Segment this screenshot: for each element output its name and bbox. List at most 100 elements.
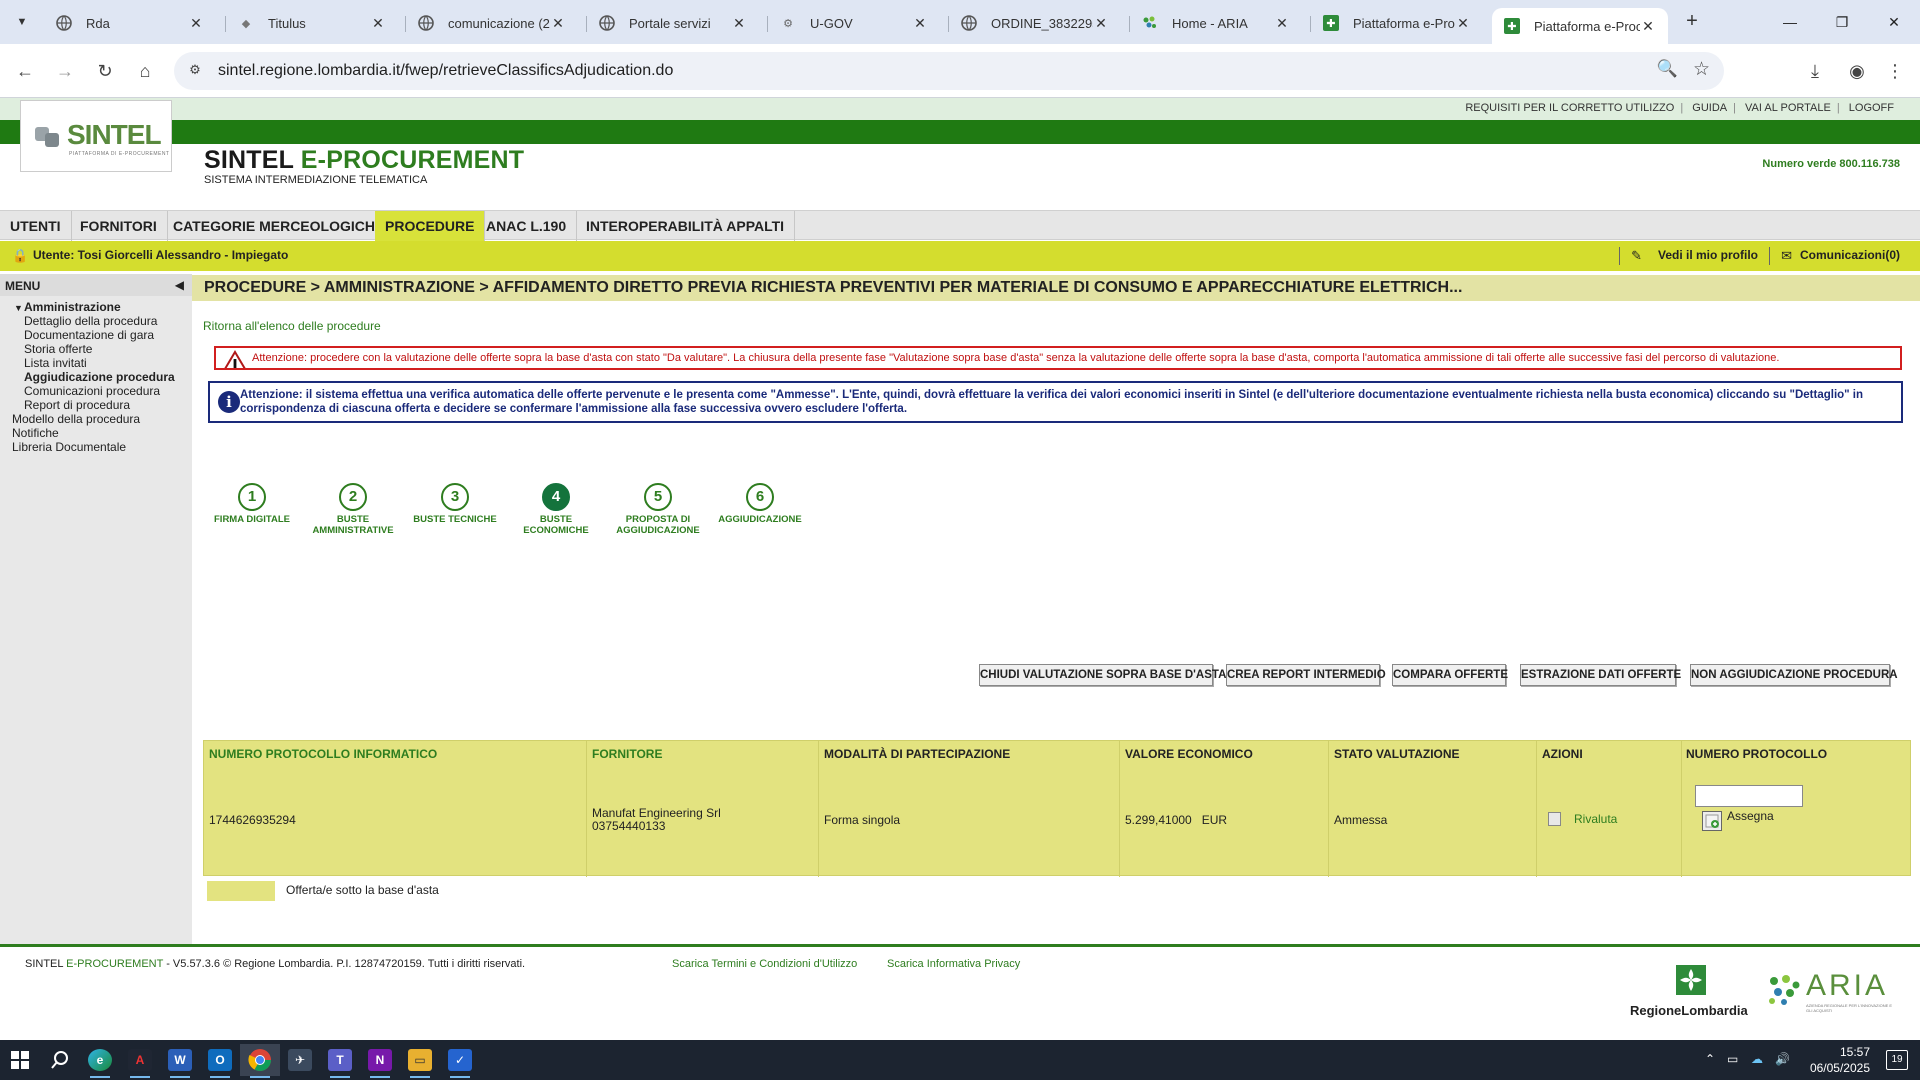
header-fornitore[interactable]: FORNITORE (592, 747, 662, 761)
regione-lombardia-logo[interactable]: RegioneLombardia (1628, 965, 1754, 1025)
sidebar-item-modello[interactable]: Modello della procedura (0, 412, 192, 426)
new-tab-button[interactable]: + (1680, 10, 1704, 34)
browser-tab[interactable]: ORDINE_3832295 ✕ (949, 8, 1121, 38)
sidebar-item-notifiche[interactable]: Notifiche (0, 426, 192, 440)
chiudi-valutazione-button[interactable]: CHIUDI VALUTAZIONE SOPRA BASE D'ASTA (979, 664, 1226, 686)
step-buste-amministrative[interactable]: 2 BUSTE AMMINISTRATIVE (308, 483, 398, 536)
sidebar-item-documentazione[interactable]: Documentazione di gara (0, 328, 192, 342)
browser-tab[interactable]: Home - ARIA ✕ (1130, 8, 1302, 38)
tray-chevron-icon[interactable]: ⌃ (1705, 1052, 1715, 1080)
aria-subtext: AZIENDA REGIONALE PER L'INNOVAZIONE E GL… (1806, 1003, 1893, 1013)
link-logoff[interactable]: LOGOFF (1843, 102, 1900, 114)
step-buste-tecniche[interactable]: 3 BUSTE TECNICHE (410, 483, 500, 525)
nav-procedure[interactable]: PROCEDURE (375, 211, 486, 241)
step-buste-economiche[interactable]: 4 BUSTE ECONOMICHE (511, 483, 601, 536)
compara-offerte-button[interactable]: COMPARA OFFERTE (1392, 664, 1508, 686)
file-explorer-icon[interactable]: ▭ (400, 1044, 440, 1078)
zoom-icon[interactable]: 🔍 (1657, 59, 1678, 79)
back-to-list-link[interactable]: Ritorna all'elenco delle procedure (203, 319, 381, 333)
volume-icon[interactable]: 🔊 (1775, 1052, 1790, 1080)
browser-tab[interactable]: ⚙ U-GOV ✕ (768, 8, 940, 38)
close-icon[interactable]: ✕ (370, 15, 386, 32)
close-icon[interactable]: ✕ (1455, 15, 1471, 32)
crea-report-button[interactable]: CREA REPORT INTERMEDIO (1226, 664, 1386, 686)
close-icon[interactable]: ✕ (912, 15, 928, 32)
teams-icon[interactable]: T (320, 1044, 360, 1078)
sidebar-item-report[interactable]: Report di procedura (0, 398, 192, 412)
sidebar-group-amministrazione[interactable]: ▼ Amministrazione (0, 300, 192, 314)
aria-logo[interactable]: ARIA AZIENDA REGIONALE PER L'INNOVAZIONE… (1766, 969, 1896, 1019)
estrazione-dati-button[interactable]: ESTRAZIONE DATI OFFERTE (1520, 664, 1681, 686)
step-aggiudicazione[interactable]: 6 AGGIUDICAZIONE (715, 483, 805, 525)
minimize-icon[interactable]: — (1765, 8, 1815, 36)
onedrive-icon[interactable]: ☁ (1751, 1052, 1763, 1080)
tab-search-icon[interactable]: ▼ (10, 10, 34, 34)
nav-utenti[interactable]: UTENTI (0, 211, 72, 241)
browser-tab[interactable]: comunicazione (2) ✕ (406, 8, 578, 38)
step-firma-digitale[interactable]: 1 FIRMA DIGITALE (207, 483, 297, 525)
nav-interoperabilita-appalti[interactable]: INTEROPERABILITÀ APPALTI (576, 211, 796, 241)
close-icon[interactable]: ✕ (1640, 18, 1656, 35)
taskbar-clock[interactable]: 15:57 06/05/2025 (1810, 1044, 1870, 1076)
non-aggiudicazione-button[interactable]: NON AGGIUDICAZIONE PROCEDURA (1690, 664, 1898, 686)
forward-arrow-icon[interactable]: → (50, 56, 80, 86)
sidebar-item-comunicazioni[interactable]: Comunicazioni procedura (0, 384, 192, 398)
acrobat-icon[interactable]: A (120, 1044, 160, 1078)
close-icon[interactable]: ✕ (731, 15, 747, 32)
back-arrow-icon[interactable]: ← (10, 56, 40, 86)
menu-kebab-icon[interactable]: ⋮ (1880, 56, 1910, 86)
footer-privacy-link[interactable]: Scarica Informativa Privacy (887, 958, 1020, 970)
step-proposta-aggiudicazione[interactable]: 5 PROPOSTA DI AGGIUDICAZIONE (613, 483, 703, 536)
rivaluta-link[interactable]: Rivaluta (1574, 813, 1617, 826)
profile-icon[interactable]: ◉ (1842, 56, 1872, 86)
site-info-icon[interactable]: ⚙ (186, 62, 204, 80)
nav-fornitori[interactable]: FORNITORI (70, 211, 168, 241)
comunicazioni-link[interactable]: Comunicazioni(0) (1800, 248, 1900, 262)
sintel-logo[interactable]: SINTEL PIATTAFORMA DI E-PROCUREMENT (20, 100, 172, 172)
link-guida[interactable]: GUIDA (1686, 102, 1733, 114)
chrome-icon[interactable] (240, 1044, 280, 1078)
sidebar-item-libreria[interactable]: Libreria Documentale (0, 440, 192, 454)
todo-icon[interactable]: ✓ (440, 1044, 480, 1078)
app-icon[interactable]: ✈ (280, 1044, 320, 1076)
browser-tab[interactable]: ✚ Piattaforma e-Proc ✕ (1311, 8, 1483, 38)
search-icon[interactable] (40, 1044, 80, 1076)
window-close-icon[interactable]: ✕ (1869, 8, 1919, 36)
assegna-label[interactable]: Assegna (1727, 810, 1774, 823)
network-icon[interactable]: ▭ (1727, 1052, 1738, 1080)
bookmark-star-icon[interactable]: ☆ (1693, 58, 1710, 81)
collapse-left-icon[interactable]: ◀ (175, 278, 184, 292)
word-icon[interactable]: W (160, 1044, 200, 1078)
assegna-icon[interactable] (1702, 811, 1722, 831)
close-icon[interactable]: ✕ (1274, 15, 1290, 32)
browser-tab[interactable]: Portale servizi ✕ (587, 8, 759, 38)
link-vai-al-portale[interactable]: VAI AL PORTALE (1739, 102, 1837, 114)
close-icon[interactable]: ✕ (188, 15, 204, 32)
nav-anac[interactable]: ANAC L.190 (476, 211, 578, 241)
outlook-icon[interactable]: O (200, 1044, 240, 1078)
download-icon[interactable]: ⤓ (1800, 56, 1830, 86)
header-protocollo-informatico[interactable]: NUMERO PROTOCOLLO INFORMATICO (209, 747, 437, 761)
sidebar-item-lista-invitati[interactable]: Lista invitati (0, 356, 192, 370)
address-bar[interactable]: ⚙ sintel.regione.lombardia.it/fwep/retri… (174, 52, 1724, 90)
numero-protocollo-input[interactable] (1695, 785, 1803, 807)
link-requisiti[interactable]: REQUISITI PER IL CORRETTO UTILIZZO (1459, 102, 1680, 114)
close-icon[interactable]: ✕ (550, 15, 566, 32)
close-icon[interactable]: ✕ (1093, 15, 1109, 32)
windows-start-icon[interactable] (0, 1044, 40, 1076)
footer-termini-link[interactable]: Scarica Termini e Condizioni d'Utilizzo (672, 958, 857, 970)
browser-tab[interactable]: ◆ Titulus ✕ (226, 8, 398, 38)
restore-icon[interactable]: ❐ (1817, 8, 1867, 36)
profile-link[interactable]: Vedi il mio profilo (1658, 248, 1758, 262)
sidebar-item-dettaglio[interactable]: Dettaglio della procedura (0, 314, 192, 328)
reload-icon[interactable]: ↻ (90, 56, 120, 86)
sidebar-item-storia-offerte[interactable]: Storia offerte (0, 342, 192, 356)
nav-categorie-merceologiche[interactable]: CATEGORIE MERCEOLOGICHE (163, 211, 396, 241)
home-icon[interactable]: ⌂ (130, 56, 160, 86)
browser-tab[interactable]: Rda ✕ (44, 8, 216, 38)
browser-tab-active[interactable]: ✚ Piattaforma e-Proc ✕ (1492, 8, 1668, 44)
sidebar-item-aggiudicazione[interactable]: Aggiudicazione procedura (0, 370, 192, 384)
onenote-icon[interactable]: N (360, 1044, 400, 1078)
edge-icon[interactable]: e (80, 1044, 120, 1078)
notification-center-icon[interactable]: 19 (1886, 1050, 1908, 1070)
